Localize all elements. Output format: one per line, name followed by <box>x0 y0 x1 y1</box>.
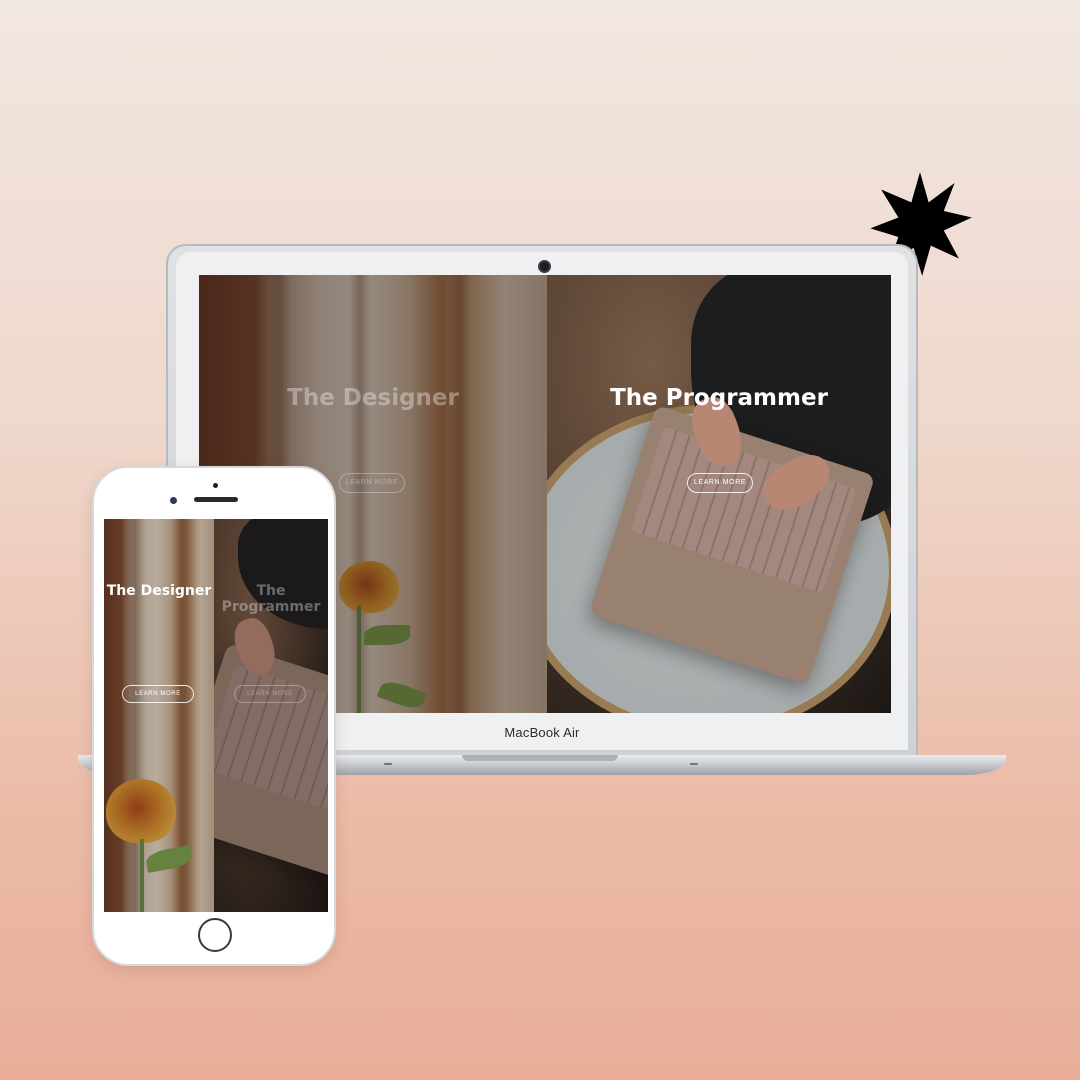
phone-sensor <box>213 483 218 488</box>
phone-designer-panel: The Designer LEARN MORE <box>104 519 214 912</box>
phone-programmer-panel: The Programmer LEARN MORE <box>214 519 328 912</box>
phone-programmer-learn-more-button[interactable]: LEARN MORE <box>234 685 306 703</box>
phone-designer-learn-more-button[interactable]: LEARN MORE <box>122 685 194 703</box>
home-button[interactable] <box>198 918 232 952</box>
programmer-title: The Programmer <box>610 385 828 411</box>
phone-mockup: The Designer LEARN MORE The Programmer L… <box>92 466 336 966</box>
designer-title: The Designer <box>287 385 459 411</box>
webcam-icon <box>540 262 549 271</box>
designer-learn-more-button[interactable]: LEARN MORE <box>339 473 405 493</box>
front-camera-icon <box>170 497 177 504</box>
phone-designer-title: The Designer <box>106 583 212 599</box>
phone-screen: The Designer LEARN MORE The Programmer L… <box>104 519 328 912</box>
programmer-panel: The Programmer LEARN MORE <box>547 275 891 713</box>
phone-programmer-title: The Programmer <box>221 583 321 615</box>
phone-speaker <box>194 497 238 502</box>
programmer-learn-more-button[interactable]: LEARN MORE <box>687 473 753 493</box>
